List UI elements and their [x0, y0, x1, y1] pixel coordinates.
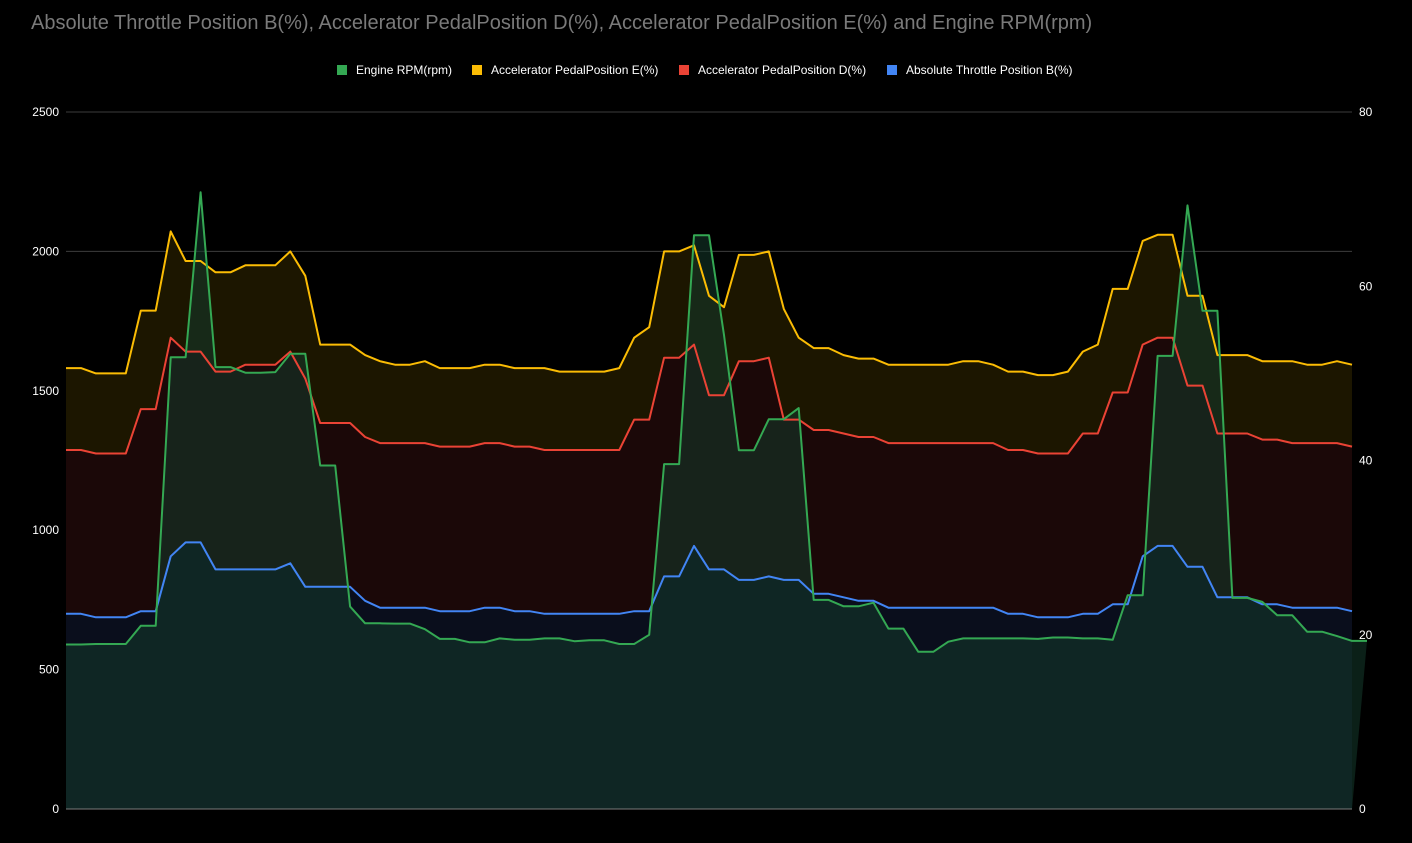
y-right-tick-label: 20: [1359, 628, 1373, 642]
y-right-tick-label: 0: [1359, 802, 1366, 816]
y-left-tick-label: 0: [52, 802, 59, 816]
y-left-tick-label: 2000: [32, 244, 59, 258]
chart-area: 0 500 1000 1500 2000 2500 0 20 40 60 80 Engine RPM…: [32, 63, 1373, 816]
legend-label: Engine RPM(rpm): [356, 63, 452, 77]
legend-item: Absolute Throttle Position B(%): [887, 63, 1073, 77]
y-right-tick-label: 60: [1359, 279, 1373, 293]
legend-swatch: [887, 65, 897, 75]
y-left-tick-label: 2500: [32, 105, 59, 119]
legend-item: Accelerator PedalPosition D(%): [679, 63, 866, 77]
y-right-tick-label: 40: [1359, 454, 1373, 468]
legend-label: Absolute Throttle Position B(%): [906, 63, 1073, 77]
y-left-tick-label: 500: [39, 663, 59, 677]
legend: Engine RPM(rpm) Accelerator PedalPosition…: [337, 63, 1073, 77]
legend-swatch: [472, 65, 482, 75]
legend-swatch: [679, 65, 689, 75]
legend-item: Engine RPM(rpm): [337, 63, 452, 77]
legend-label: Accelerator PedalPosition E(%): [491, 63, 658, 77]
y-left-tick-label: 1000: [32, 523, 59, 537]
legend-swatch: [337, 65, 347, 75]
y-left-tick-label: 1500: [32, 384, 59, 398]
legend-label: Accelerator PedalPosition D(%): [698, 63, 866, 77]
legend-item: Accelerator PedalPosition E(%): [472, 63, 658, 77]
y-right-tick-label: 80: [1359, 105, 1373, 119]
